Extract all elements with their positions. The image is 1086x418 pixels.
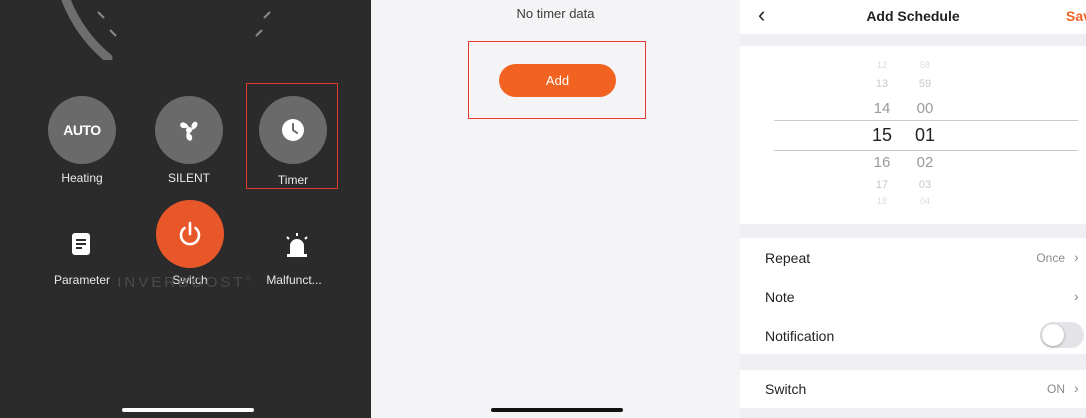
hour-option[interactable]: 14	[862, 100, 902, 117]
note-row[interactable]: Note ›	[740, 278, 1086, 314]
notification-row: Notification	[740, 316, 1086, 354]
save-button[interactable]: Save	[1066, 8, 1086, 24]
chevron-right-icon: ›	[1074, 288, 1079, 304]
hour-option[interactable]: 12	[862, 60, 902, 70]
fan-icon	[180, 121, 198, 141]
notification-toggle[interactable]	[1040, 322, 1084, 348]
chevron-right-icon: ›	[1074, 249, 1079, 265]
device-control-panel: AUTO Heating SILENT Timer Parameter Swit…	[0, 0, 371, 418]
hour-option[interactable]: 18	[862, 196, 902, 206]
picker-selection-line	[774, 150, 1078, 151]
parameter-button[interactable]	[69, 232, 93, 256]
timer-list-panel: No timer data Add	[371, 0, 740, 418]
switch-row-label: Switch	[765, 381, 807, 397]
clock-icon	[282, 119, 304, 141]
document-icon	[72, 233, 90, 255]
toggle-knob	[1042, 324, 1064, 346]
settings-group: Repeat Once › Note › Notification	[740, 238, 1086, 354]
empty-state-text: No timer data	[516, 6, 595, 21]
add-timer-button[interactable]: Add	[499, 64, 616, 97]
repeat-value: Once	[1036, 251, 1065, 265]
home-indicator[interactable]	[491, 408, 623, 412]
switch-row-value: ON	[1047, 382, 1065, 396]
alarm-icon	[286, 233, 308, 257]
brand-logo: INVERBOOST®	[117, 274, 254, 291]
time-picker[interactable]: 12 13 14 15 16 17 18 58 59 00 01 02 03 0…	[740, 46, 1086, 224]
minute-option[interactable]: 04	[905, 196, 945, 206]
power-switch-button[interactable]	[156, 200, 224, 268]
minute-option[interactable]: 59	[905, 78, 945, 90]
malfunction-button[interactable]	[283, 231, 311, 259]
minute-option[interactable]: 00	[905, 100, 945, 117]
silent-mode-button[interactable]	[155, 96, 223, 164]
heating-label: Heating	[61, 171, 103, 185]
minute-option[interactable]: 58	[905, 60, 945, 70]
add-schedule-panel: ‹ Add Schedule Save 12 13 14 15 16 17 18…	[740, 0, 1086, 418]
note-label: Note	[765, 289, 795, 305]
auto-icon: AUTO	[63, 122, 101, 138]
hour-selected[interactable]: 15	[862, 125, 902, 146]
switch-row[interactable]: Switch ON ›	[740, 370, 1086, 408]
timer-button[interactable]	[259, 96, 327, 164]
notification-label: Notification	[765, 328, 835, 344]
heating-mode-button[interactable]: AUTO	[48, 96, 116, 164]
repeat-row[interactable]: Repeat Once ›	[740, 238, 1086, 276]
chevron-right-icon: ›	[1074, 380, 1079, 396]
minute-selected[interactable]: 01	[905, 125, 945, 146]
timer-label: Timer	[277, 173, 309, 187]
power-icon	[179, 221, 201, 246]
minute-option[interactable]: 02	[905, 154, 945, 171]
temperature-dial[interactable]	[0, 0, 371, 60]
minute-option[interactable]: 03	[905, 179, 945, 191]
nav-bar: ‹ Add Schedule Save	[740, 0, 1086, 34]
picker-selection-line	[774, 120, 1078, 121]
hour-option[interactable]: 13	[862, 78, 902, 90]
hour-option[interactable]: 17	[862, 179, 902, 191]
repeat-label: Repeat	[765, 250, 811, 266]
silent-label: SILENT	[167, 171, 210, 185]
page-title: Add Schedule	[866, 8, 960, 24]
home-indicator[interactable]	[122, 408, 254, 412]
hour-option[interactable]: 16	[862, 154, 902, 171]
